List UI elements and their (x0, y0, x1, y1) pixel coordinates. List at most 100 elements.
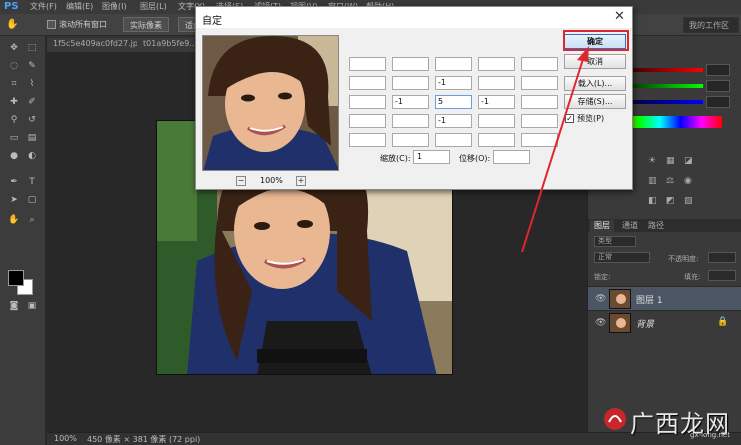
screen-mode-icon[interactable]: ▣ (26, 300, 38, 312)
kernel-cell[interactable] (478, 76, 515, 90)
kernel-cell[interactable] (349, 95, 386, 109)
blend-mode-select[interactable]: 正常 (594, 252, 650, 263)
gradient-tool-icon[interactable]: ▤ (26, 132, 38, 144)
lasso-tool-icon[interactable]: ◌ (8, 60, 20, 72)
watermark-url: gx-long.net (690, 431, 730, 439)
kernel-cell[interactable] (478, 57, 515, 71)
brush-tool-icon[interactable]: ✐ (26, 96, 38, 108)
blue-value-field[interactable] (706, 96, 730, 108)
kernel-center-cell[interactable]: 5 (435, 95, 472, 109)
kernel-cell[interactable] (392, 133, 429, 147)
actual-pixels-button[interactable]: 实际像素 (123, 17, 169, 32)
kernel-cell[interactable] (478, 114, 515, 128)
red-value-field[interactable] (706, 64, 730, 76)
kernel-cell[interactable] (349, 133, 386, 147)
hand-tool-icon: ✋ (6, 19, 19, 30)
menu-image[interactable]: 图像(I) (102, 1, 127, 12)
kernel-cell[interactable] (392, 57, 429, 71)
adjust-brightness-icon[interactable]: ☀ (648, 156, 658, 166)
history-brush-tool-icon[interactable]: ↺ (26, 114, 38, 126)
layer-row-background[interactable]: 👁 背景 🔒 (588, 310, 741, 334)
preview-zoom-value: 100% (260, 176, 283, 185)
tab-paths[interactable]: 路径 (644, 220, 668, 231)
menu-edit[interactable]: 编辑(E) (66, 1, 93, 12)
scale-input[interactable]: 1 (413, 150, 450, 164)
crop-tool-icon[interactable]: ⌗ (8, 78, 20, 90)
dodge-tool-icon[interactable]: ◐ (26, 150, 38, 162)
tab-layers[interactable]: 图层 (590, 220, 614, 232)
eraser-tool-icon[interactable]: ▭ (8, 132, 20, 144)
adjust-gradient-map-icon[interactable]: ▨ (684, 196, 694, 206)
scale-label: 缩放(C): (380, 154, 411, 163)
doc-tab-1[interactable]: 1f5c5e409ac0fd27.jpg (47, 38, 151, 52)
girl-preview-illustration (203, 36, 338, 170)
hand-tool-icon[interactable]: ✋ (8, 214, 20, 226)
adjust-curves-icon[interactable]: ▦ (666, 156, 676, 166)
offset-input[interactable] (493, 150, 530, 164)
close-icon[interactable]: ✕ (614, 9, 625, 24)
cancel-button[interactable]: 取消 (564, 54, 626, 69)
kernel-cell[interactable] (435, 57, 472, 71)
green-value-field[interactable] (706, 80, 730, 92)
opacity-field[interactable] (708, 252, 736, 263)
eye-icon[interactable]: 👁 (595, 294, 606, 304)
kernel-cell[interactable] (521, 57, 558, 71)
menu-file[interactable]: 文件(F) (30, 1, 57, 12)
kernel-cell[interactable] (392, 76, 429, 90)
shape-tool-icon[interactable]: ▢ (26, 194, 38, 206)
kernel-cell[interactable] (521, 133, 558, 147)
kernel-cell[interactable] (392, 114, 429, 128)
kernel-cell[interactable] (349, 76, 386, 90)
kernel-cell[interactable] (521, 95, 558, 109)
kernel-cell[interactable] (521, 76, 558, 90)
eyedropper-tool-icon[interactable]: ⌇ (26, 78, 38, 90)
kernel-cell[interactable] (521, 114, 558, 128)
zoom-out-button[interactable]: − (236, 176, 246, 186)
workspace-button[interactable]: 我的工作区 (683, 17, 739, 33)
clone-stamp-tool-icon[interactable]: ⚲ (8, 114, 20, 126)
adjust-hue-icon[interactable]: ▥ (648, 176, 658, 186)
status-zoom[interactable]: 100% (54, 434, 77, 443)
preview-checkbox[interactable]: ✓ (565, 114, 574, 123)
layer-row-1[interactable]: 👁 图层 1 (588, 286, 741, 310)
layer-name[interactable]: 背景 (636, 317, 654, 330)
adjust-threshold-icon[interactable]: ◩ (666, 196, 676, 206)
kernel-cell[interactable] (349, 114, 386, 128)
adjust-invert-icon[interactable]: ◧ (648, 196, 658, 206)
menu-layer[interactable]: 图层(L) (140, 1, 167, 12)
adjust-camera-icon[interactable]: ◉ (684, 176, 694, 186)
tab-channels[interactable]: 通道 (618, 220, 642, 231)
foreground-color-swatch[interactable] (8, 270, 24, 286)
marquee-tool-icon[interactable]: ⬚ (26, 42, 38, 54)
layer-thumbnail (609, 313, 631, 333)
kernel-cell[interactable] (435, 133, 472, 147)
filter-preview[interactable] (202, 35, 339, 171)
dialog-titlebar[interactable]: 自定 ✕ (196, 7, 632, 28)
healing-tool-icon[interactable]: ✚ (8, 96, 20, 108)
kernel-cell[interactable]: -1 (435, 114, 472, 128)
save-button[interactable]: 存储(S)... (564, 94, 626, 109)
kernel-cell[interactable] (478, 133, 515, 147)
kernel-cell[interactable]: -1 (392, 95, 429, 109)
zoom-in-button[interactable]: + (296, 176, 306, 186)
adjust-balance-icon[interactable]: ⚖ (666, 176, 676, 186)
quick-mask-icon[interactable]: ◙ (8, 300, 20, 312)
zoom-tool-icon[interactable]: ⌕ (26, 214, 38, 226)
path-select-tool-icon[interactable]: ➤ (8, 194, 20, 206)
eye-icon[interactable]: 👁 (595, 318, 606, 328)
doc-tab-2[interactable]: t01a9b5fe9... (137, 38, 204, 52)
kernel-cell[interactable]: -1 (435, 76, 472, 90)
layer-name[interactable]: 图层 1 (636, 293, 663, 306)
type-tool-icon[interactable]: T (26, 176, 38, 188)
kernel-cell[interactable] (349, 57, 386, 71)
move-tool-icon[interactable]: ✥ (8, 42, 20, 54)
adjust-levels-icon[interactable]: ◪ (684, 156, 694, 166)
load-button[interactable]: 载入(L)... (564, 76, 626, 91)
kernel-cell[interactable]: -1 (478, 95, 515, 109)
pen-tool-icon[interactable]: ✒ (8, 176, 20, 188)
fill-field[interactable] (708, 270, 736, 281)
layer-kind-filter[interactable]: 类型 (594, 236, 636, 247)
blur-tool-icon[interactable]: ● (8, 150, 20, 162)
scroll-all-windows-checkbox[interactable] (47, 20, 56, 29)
quick-select-tool-icon[interactable]: ✎ (26, 60, 38, 72)
